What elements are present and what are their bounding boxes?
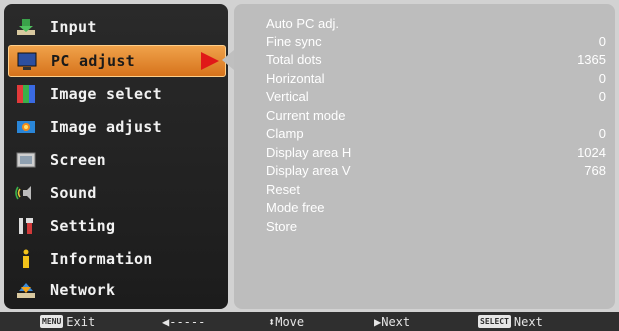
submenu-row-current-mode[interactable]: Current mode [266, 108, 606, 126]
next-hint: ▶Next [374, 314, 411, 329]
submenu-row-display-area-h[interactable]: Display area H 1024 [266, 145, 606, 163]
menu-key-icon: MENU [40, 315, 64, 328]
image-select-icon [14, 82, 38, 106]
menu-item-label: Network [50, 281, 116, 299]
submenu-row-clamp[interactable]: Clamp 0 [266, 126, 606, 144]
setting-icon [14, 214, 38, 238]
network-icon [14, 278, 38, 302]
image-adjust-icon [14, 115, 38, 139]
back-hint: ◀----- [162, 314, 206, 329]
menu-item-label: Image select [50, 85, 162, 103]
menu-item-label: Setting [50, 217, 116, 235]
menu-item-image-select[interactable]: Image select [8, 79, 224, 109]
menu-item-label: Image adjust [50, 118, 162, 136]
submenu-row-horizontal[interactable]: Horizontal 0 [266, 71, 606, 89]
select-key-icon: SELECT [478, 315, 511, 328]
submenu-row-display-area-v[interactable]: Display area V 768 [266, 163, 606, 181]
menu-item-label: Information [50, 250, 153, 268]
pc-adjust-submenu: Auto PC adj. Fine sync 0 Total dots 1365… [234, 4, 615, 309]
submenu-row-total-dots[interactable]: Total dots 1365 [266, 52, 606, 70]
menu-item-label: PC adjust [51, 52, 135, 70]
sound-icon [14, 181, 38, 205]
submenu-row-store[interactable]: Store [266, 219, 606, 237]
submenu-row-reset[interactable]: Reset [266, 182, 606, 200]
menu-item-image-adjust[interactable]: Image adjust [8, 112, 224, 142]
exit-hint: MENU Exit [40, 314, 96, 329]
menu-item-screen[interactable]: Screen [8, 145, 224, 175]
select-next-hint: SELECT Next [478, 314, 543, 329]
menu-item-pc-adjust[interactable]: PC adjust [8, 45, 226, 77]
submenu-row-fine-sync[interactable]: Fine sync 0 [266, 34, 606, 52]
menu-item-setting[interactable]: Setting [8, 211, 224, 241]
selection-arrow-icon [201, 52, 219, 70]
submenu-row-auto-pc-adj[interactable]: Auto PC adj. [266, 16, 606, 34]
pc-adjust-icon [15, 49, 39, 73]
information-icon [14, 247, 38, 271]
submenu-row-vertical[interactable]: Vertical 0 [266, 89, 606, 107]
menu-item-input[interactable]: Input [8, 12, 224, 42]
menu-item-sound[interactable]: Sound [8, 178, 224, 208]
screen-icon [14, 148, 38, 172]
submenu-pointer [222, 50, 234, 70]
menu-item-label: Sound [50, 184, 97, 202]
projector-osd: Input PC adjust Image select Image adjus… [0, 0, 619, 331]
menu-item-label: Input [50, 18, 97, 36]
move-hint: ⬍Move [268, 314, 305, 329]
menu-item-information[interactable]: Information [8, 244, 224, 274]
submenu-row-mode-free[interactable]: Mode free [266, 200, 606, 218]
main-menu: Input PC adjust Image select Image adjus… [4, 4, 228, 309]
menu-item-network[interactable]: Network [8, 275, 224, 305]
menu-item-label: Screen [50, 151, 106, 169]
input-icon [14, 15, 38, 39]
key-guide-bar: MENU Exit ◀----- ⬍Move ▶Next SELECT Next [0, 312, 619, 331]
